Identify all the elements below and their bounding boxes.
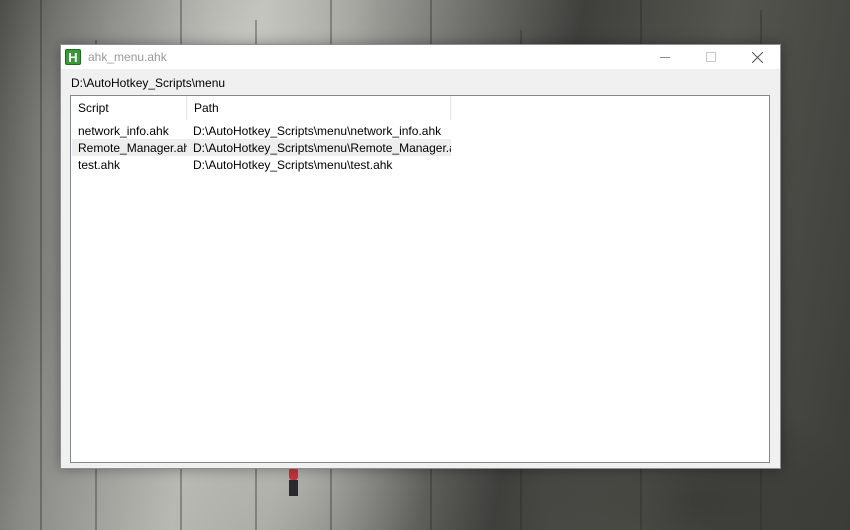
list-rows: network_info.ahk D:\AutoHotkey_Scripts\m… — [72, 122, 451, 173]
minimize-icon — [660, 57, 670, 58]
maximize-button[interactable] — [688, 45, 734, 69]
script-path-cell: D:\AutoHotkey_Scripts\menu\test.ahk — [193, 157, 393, 172]
maximize-icon — [706, 52, 716, 62]
column-header-script[interactable]: Script — [71, 96, 187, 120]
minimize-button[interactable] — [642, 45, 688, 69]
list-item[interactable]: test.ahk D:\AutoHotkey_Scripts\menu\test… — [72, 156, 451, 173]
climber-figure — [286, 466, 302, 498]
script-name-cell: network_info.ahk — [78, 123, 169, 138]
list-item[interactable]: Remote_Manager.ahk D:\AutoHotkey_Scripts… — [72, 139, 451, 156]
title-bar[interactable]: H ahk_menu.ahk — [61, 45, 780, 69]
script-name-cell: Remote_Manager.ahk — [78, 140, 187, 155]
list-item[interactable]: network_info.ahk D:\AutoHotkey_Scripts\m… — [72, 122, 451, 139]
close-icon — [751, 51, 763, 63]
column-header-path[interactable]: Path — [187, 96, 451, 120]
script-path-cell: D:\AutoHotkey_Scripts\menu\network_info.… — [193, 123, 442, 138]
scripts-listview[interactable]: Script Path network_info.ahk D:\AutoHotk… — [70, 95, 770, 463]
current-folder-label: D:\AutoHotkey_Scripts\menu — [71, 76, 226, 90]
autohotkey-app-icon: H — [65, 49, 81, 65]
app-window: H ahk_menu.ahk D:\AutoHotkey_Scripts\men… — [60, 44, 781, 469]
caption-buttons — [642, 45, 780, 69]
window-title: ahk_menu.ahk — [88, 50, 167, 64]
list-header: Script Path — [71, 96, 451, 120]
script-name-cell: test.ahk — [78, 157, 121, 172]
script-path-cell: D:\AutoHotkey_Scripts\menu\Remote_Manage… — [193, 140, 451, 155]
close-button[interactable] — [734, 45, 780, 69]
